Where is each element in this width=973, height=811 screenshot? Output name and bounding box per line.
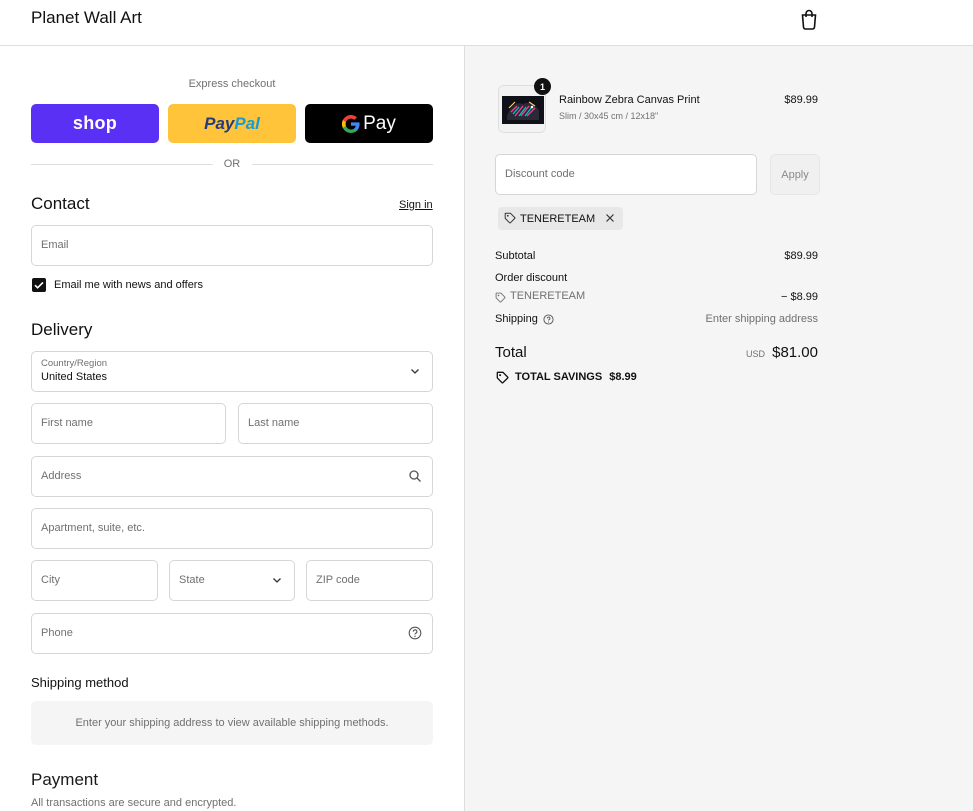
divider-left: [31, 164, 213, 165]
city-placeholder: City: [41, 574, 60, 586]
shipping-method-notice: Enter your shipping address to view avai…: [31, 701, 433, 745]
phone-placeholder: Phone: [41, 627, 73, 639]
tag-icon: [496, 371, 509, 384]
applied-discount-chip: TENERETEAM: [498, 207, 624, 230]
total-savings-value: $8.99: [609, 371, 637, 383]
applied-discount-code: TENERETEAM: [520, 212, 596, 225]
total-value: $81.00: [772, 344, 818, 361]
shop-pay-button[interactable]: shop: [31, 104, 159, 143]
subtotal-value: $89.99: [784, 250, 818, 262]
last-name-placeholder: Last name: [248, 417, 300, 429]
order-discount-code: TENERETEAM: [510, 290, 586, 302]
apartment-field[interactable]: Apartment, suite, etc.: [31, 508, 433, 549]
zip-code-field[interactable]: ZIP code: [306, 560, 433, 601]
google-pay-label: Pay: [363, 112, 396, 134]
paypal-logo-part-2: Pal: [234, 113, 260, 133]
store-name[interactable]: Planet Wall Art: [31, 8, 142, 28]
google-pay-button[interactable]: Pay: [305, 104, 433, 143]
total-savings-label: TOTAL SAVINGS: [515, 371, 603, 383]
shop-pay-logo: shop: [72, 113, 118, 133]
state-placeholder: State: [179, 574, 205, 586]
close-icon[interactable]: [604, 212, 616, 224]
help-circle-icon[interactable]: [408, 626, 422, 640]
checkout-form: Express checkout shop Pay Pal Pay OR Cont…: [0, 46, 465, 811]
zip-code-placeholder: ZIP code: [316, 574, 360, 586]
address-placeholder: Address: [41, 470, 82, 482]
apartment-placeholder: Apartment, suite, etc.: [41, 522, 145, 534]
country-value: United States: [41, 371, 108, 383]
order-discount-label: Order discount: [495, 272, 568, 284]
payment-subtitle: All transactions are secure and encrypte…: [31, 797, 237, 809]
tag-icon: [495, 292, 506, 303]
discount-code-placeholder: Discount code: [505, 168, 575, 180]
express-checkout-label: Express checkout: [188, 78, 276, 90]
country-label: Country/Region: [41, 358, 108, 369]
order-discount-value: − $8.99: [780, 291, 818, 303]
tag-icon: [504, 212, 516, 224]
divider-right: [252, 164, 433, 165]
address-field[interactable]: Address: [31, 456, 433, 497]
email-placeholder: Email: [41, 239, 69, 251]
delivery-heading: Delivery: [31, 320, 93, 339]
search-icon[interactable]: [408, 469, 422, 483]
quantity-badge: 1: [534, 78, 551, 95]
header: Planet Wall Art: [0, 0, 973, 46]
product-variant: Slim / 30x45 cm / 12x18": [559, 111, 659, 121]
sign-in-link[interactable]: Sign in: [399, 199, 433, 211]
first-name-field[interactable]: First name: [31, 403, 226, 444]
or-divider-label: OR: [223, 158, 241, 170]
product-name: Rainbow Zebra Canvas Print: [559, 94, 700, 106]
chevron-down-icon: [411, 369, 419, 374]
google-g-icon: [342, 114, 360, 133]
paypal-button[interactable]: Pay Pal: [168, 104, 296, 143]
order-summary: 1 Rainbow Zebra Canvas Print Slim / 30x4…: [465, 46, 973, 811]
total-savings: TOTAL SAVINGS $8.99: [515, 371, 637, 383]
shipping-value: Enter shipping address: [705, 313, 818, 325]
total-currency: USD: [746, 349, 766, 359]
news-offers-label: Email me with news and offers: [54, 279, 203, 291]
apply-discount-button[interactable]: Apply: [770, 154, 820, 195]
shipping-label: Shipping: [495, 313, 538, 325]
subtotal-label: Subtotal: [495, 250, 536, 262]
news-offers-checkbox[interactable]: [32, 278, 46, 292]
last-name-field[interactable]: Last name: [238, 403, 433, 444]
country-select[interactable]: Country/Region United States: [31, 351, 433, 392]
state-select[interactable]: State: [169, 560, 295, 601]
paypal-logo-part-1: Pay: [204, 113, 235, 133]
payment-heading: Payment: [31, 770, 99, 789]
first-name-placeholder: First name: [41, 417, 93, 429]
contact-heading: Contact: [31, 194, 90, 213]
product-price: $89.99: [784, 94, 818, 106]
shipping-method-heading: Shipping method: [31, 675, 129, 690]
city-field[interactable]: City: [31, 560, 158, 601]
chevron-down-icon: [273, 578, 281, 583]
shopping-bag-icon[interactable]: [799, 8, 819, 30]
total-label: Total: [495, 344, 527, 361]
email-field[interactable]: Email: [31, 225, 433, 266]
checkmark-icon: [34, 281, 44, 289]
discount-code-field[interactable]: Discount code: [495, 154, 757, 195]
phone-field[interactable]: Phone: [31, 613, 433, 654]
help-circle-icon[interactable]: [543, 314, 554, 325]
